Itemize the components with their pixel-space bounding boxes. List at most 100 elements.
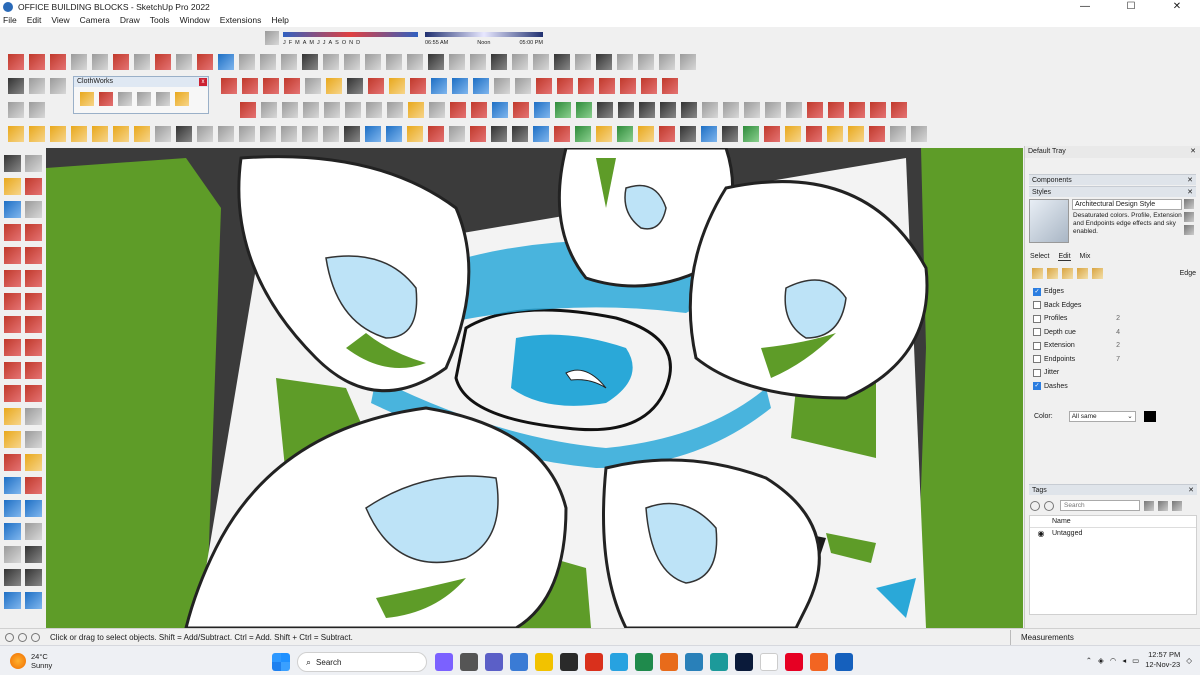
lock-icon[interactable]: [786, 102, 802, 118]
orbit-icon[interactable]: [4, 477, 21, 494]
rotate-tool-icon[interactable]: [284, 78, 300, 94]
menu-extensions[interactable]: Extensions: [220, 15, 262, 25]
reload-icon[interactable]: [722, 126, 738, 142]
solid-split-icon[interactable]: [681, 102, 697, 118]
background-settings-icon[interactable]: [1062, 267, 1073, 279]
spline-tool-icon[interactable]: [71, 54, 87, 70]
menu-file[interactable]: File: [3, 15, 17, 25]
tape-tool-icon[interactable]: [389, 78, 405, 94]
box-b-icon[interactable]: [662, 78, 678, 94]
hand-grab-icon[interactable]: [870, 102, 886, 118]
dome-icon[interactable]: [134, 126, 150, 142]
chat-icon[interactable]: [485, 653, 503, 671]
expand-icon[interactable]: [911, 126, 927, 142]
shadow-month-slider[interactable]: J F M A M J J A S O N D: [283, 31, 421, 46]
select-dropdown-icon[interactable]: [50, 78, 66, 94]
color-by-tag-icon[interactable]: [1158, 500, 1168, 511]
solid-union-icon[interactable]: [597, 102, 613, 118]
search-icon[interactable]: [8, 78, 24, 94]
flip-icon[interactable]: [492, 102, 508, 118]
scale-tool-icon[interactable]: [4, 385, 21, 402]
view-iso-icon[interactable]: [176, 126, 192, 142]
task-view-icon[interactable]: [460, 653, 478, 671]
checkbox[interactable]: ✓: [1033, 382, 1041, 391]
update-style-icon[interactable]: [1184, 199, 1194, 209]
checkbox[interactable]: [1033, 301, 1041, 310]
edge-option-value[interactable]: 2: [1116, 315, 1120, 322]
tag-row[interactable]: ◉ Untagged: [1030, 528, 1196, 540]
edge-option-value[interactable]: 7: [1116, 356, 1120, 363]
store-icon[interactable]: [560, 653, 578, 671]
model-viewport[interactable]: [46, 148, 1023, 628]
settings-icon[interactable]: [494, 78, 510, 94]
plus-icon[interactable]: [575, 126, 591, 142]
tags-search-input[interactable]: [1060, 500, 1140, 511]
pin-tool-icon[interactable]: [305, 78, 321, 94]
align-icon[interactable]: [534, 102, 550, 118]
walk-icon[interactable]: [4, 569, 21, 586]
funnel-icon[interactable]: [29, 126, 45, 142]
sketchup-taskbar-icon[interactable]: [710, 653, 728, 671]
zoom-window-icon[interactable]: [25, 500, 42, 517]
loft-tool-icon[interactable]: [281, 54, 297, 70]
dots-icon[interactable]: [890, 126, 906, 142]
polyline-tool-icon[interactable]: [92, 54, 108, 70]
checkbox[interactable]: [1033, 368, 1041, 377]
paint-tool-icon[interactable]: [347, 78, 363, 94]
checkbox[interactable]: ✓: [1033, 287, 1041, 296]
texture-icon[interactable]: [702, 102, 718, 118]
shop-icon[interactable]: [680, 54, 696, 70]
model-info-icon[interactable]: [29, 102, 45, 118]
pan-tool-icon[interactable]: [452, 78, 468, 94]
house-icon[interactable]: [617, 54, 633, 70]
lasso-tool-icon[interactable]: [25, 155, 42, 172]
grammarly-icon[interactable]: [660, 653, 678, 671]
tags-column-header[interactable]: Name: [1030, 516, 1196, 528]
array-tool-icon[interactable]: [365, 54, 381, 70]
magnet-tool-icon[interactable]: [221, 78, 237, 94]
make-component-icon[interactable]: [4, 201, 21, 218]
battery-icon[interactable]: ▭: [1132, 656, 1139, 665]
panel-icon[interactable]: [848, 126, 864, 142]
box-letter-icon[interactable]: [557, 78, 573, 94]
axes-tool-icon[interactable]: [4, 454, 21, 471]
windows-start-icon[interactable]: [272, 653, 290, 671]
box-t-icon[interactable]: [641, 78, 657, 94]
shadow-time-slider[interactable]: 06:55 AM Noon 05:00 PM: [425, 31, 543, 46]
checkbox[interactable]: [1033, 355, 1041, 364]
tab-select[interactable]: Select: [1030, 253, 1049, 261]
oval-shape-icon[interactable]: [324, 102, 340, 118]
widgets-icon[interactable]: [510, 653, 528, 671]
tag-tool-icon[interactable]: [25, 201, 42, 218]
cog-icon[interactable]: [680, 126, 696, 142]
shell-tool-icon[interactable]: [323, 54, 339, 70]
profile-tool-icon[interactable]: [260, 54, 276, 70]
eraser-icon[interactable]: [471, 102, 487, 118]
geo-location-icon[interactable]: [5, 632, 14, 642]
view-left-icon[interactable]: [281, 126, 297, 142]
measurements-box[interactable]: Measurements: [1010, 629, 1200, 645]
file-explorer-icon[interactable]: [535, 653, 553, 671]
rail-tool-icon[interactable]: [302, 54, 318, 70]
clock[interactable]: 12:57 PM 12-Nov-23: [1145, 650, 1180, 670]
group-icon[interactable]: [576, 102, 592, 118]
gear-icon[interactable]: [155, 126, 171, 142]
measure-icon[interactable]: [92, 126, 108, 142]
pencil-icon[interactable]: [1144, 500, 1154, 511]
view-top-icon[interactable]: [197, 126, 213, 142]
curve-select-icon[interactable]: [515, 78, 531, 94]
fold-icon[interactable]: [806, 126, 822, 142]
create-style-icon[interactable]: [1184, 212, 1194, 222]
pan-icon[interactable]: [25, 477, 42, 494]
tray-close-icon[interactable]: ✕: [1190, 146, 1200, 158]
offset-draw-icon[interactable]: [25, 385, 42, 402]
maximize-button[interactable]: ☐: [1108, 0, 1154, 13]
zoom-extents-icon[interactable]: [4, 523, 21, 540]
close-icon[interactable]: ✕: [1187, 175, 1196, 185]
checkbox[interactable]: [1033, 314, 1041, 323]
grid-panel-icon[interactable]: [869, 126, 885, 142]
circle-tool-icon[interactable]: [4, 270, 21, 287]
wifi-icon[interactable]: ◠: [1110, 656, 1117, 665]
ellipse-shape-icon[interactable]: [303, 102, 319, 118]
modeling-settings-icon[interactable]: [1092, 267, 1103, 279]
